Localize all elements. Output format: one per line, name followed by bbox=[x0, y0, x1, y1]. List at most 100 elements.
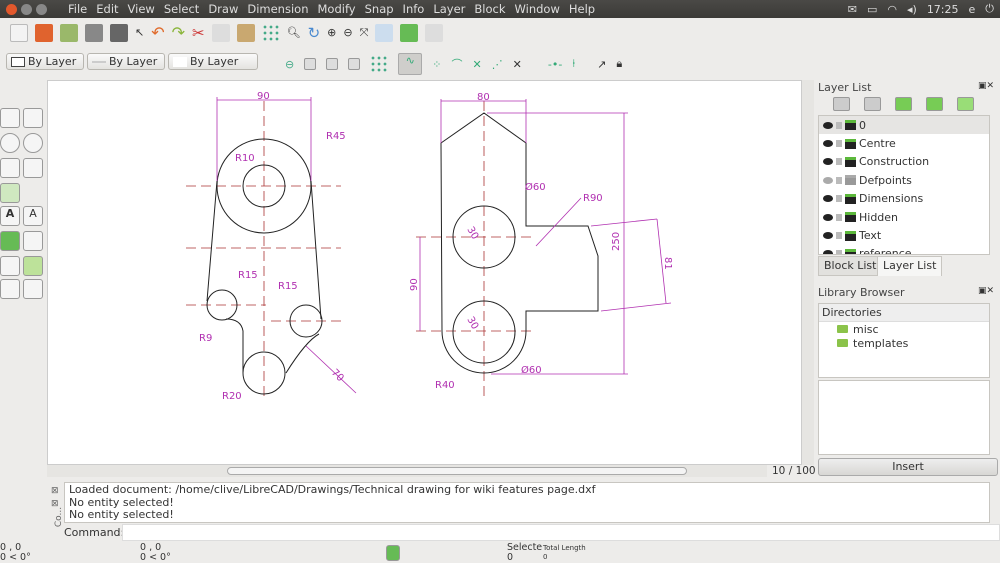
print-icon[interactable] bbox=[85, 23, 103, 42]
select-tool-icon[interactable] bbox=[0, 183, 20, 203]
block-preview-list[interactable] bbox=[818, 380, 990, 455]
user-menu[interactable]: e bbox=[969, 3, 976, 16]
snap-relative-zero-icon[interactable]: -•- bbox=[548, 58, 562, 71]
zoom-pan-icon[interactable] bbox=[425, 23, 444, 42]
snap-distance-icon[interactable]: ⋰ bbox=[492, 58, 503, 71]
snap-middle-icon[interactable]: ✕ bbox=[472, 58, 481, 71]
zoom-in-icon[interactable]: ⊕ bbox=[327, 26, 336, 39]
layer-row[interactable]: 0 bbox=[819, 116, 989, 135]
copy-icon[interactable] bbox=[211, 23, 230, 42]
menu-modify[interactable]: Modify bbox=[318, 2, 356, 16]
snap-center-icon[interactable]: ⌒ bbox=[451, 56, 462, 72]
snap-lock-zero-icon[interactable]: ⍿ bbox=[572, 57, 575, 71]
save-icon[interactable] bbox=[60, 23, 78, 42]
tab-layer-list[interactable]: Layer List bbox=[877, 256, 943, 276]
redo-icon[interactable]: ↷ bbox=[172, 23, 185, 42]
grid-icon[interactable] bbox=[261, 23, 280, 42]
select-pointer-icon[interactable]: ↖ bbox=[135, 26, 144, 39]
menu-block[interactable]: Block bbox=[474, 2, 505, 16]
layer-row[interactable]: Text bbox=[819, 226, 989, 244]
power-icon[interactable]: ⏻ bbox=[985, 2, 994, 16]
text-tool-icon[interactable]: A bbox=[0, 206, 20, 226]
show-all-layers-icon[interactable] bbox=[833, 97, 850, 111]
spline-tool-icon[interactable] bbox=[23, 158, 43, 178]
layer-row[interactable]: reference bbox=[819, 245, 989, 254]
modify-tool-icon[interactable] bbox=[0, 256, 20, 276]
menu-view[interactable]: View bbox=[128, 2, 155, 16]
insert-button[interactable]: Insert bbox=[818, 458, 998, 476]
drawing-canvas[interactable]: 90 R45 R10 R15 R15 R9 R20 70 80 Ø60 R90 … bbox=[47, 80, 802, 465]
ellipse-tool-icon[interactable] bbox=[23, 133, 43, 153]
mtext-tool-icon[interactable]: A bbox=[23, 206, 43, 226]
battery-icon[interactable]: ▭ bbox=[867, 3, 877, 16]
snap-grid-icon[interactable] bbox=[370, 55, 389, 73]
line-width-select[interactable]: By Layer bbox=[87, 53, 165, 70]
add-layer-icon[interactable] bbox=[895, 97, 912, 111]
paste-icon[interactable] bbox=[236, 23, 255, 42]
snap-intersection-icon[interactable]: ✕ bbox=[513, 58, 522, 71]
menu-info[interactable]: Info bbox=[403, 2, 425, 16]
zoom-auto-icon[interactable]: ⤧ bbox=[360, 26, 369, 40]
zoom-out-icon[interactable]: ⊖ bbox=[343, 26, 352, 39]
clock[interactable]: 17:25 bbox=[927, 3, 959, 16]
edit-layer-icon[interactable] bbox=[957, 97, 974, 111]
dir-item-misc[interactable]: misc bbox=[819, 322, 989, 336]
maximize-window-button[interactable] bbox=[36, 3, 47, 15]
scrollbar-thumb[interactable] bbox=[227, 467, 687, 475]
image-tool-icon[interactable] bbox=[23, 231, 43, 251]
layer-row[interactable]: Centre bbox=[819, 134, 989, 152]
zoom-previous-icon[interactable] bbox=[375, 23, 394, 42]
layer-row[interactable]: Dimensions bbox=[819, 190, 989, 208]
snap-on-entity-icon[interactable]: ⁘ bbox=[432, 58, 441, 71]
snap-free-icon[interactable]: ↗ bbox=[597, 58, 606, 71]
info-tool-icon[interactable] bbox=[23, 279, 43, 299]
cut-icon[interactable]: ✂ bbox=[192, 24, 205, 42]
restrict-ortho-icon[interactable] bbox=[326, 58, 339, 70]
print-preview-icon[interactable] bbox=[110, 23, 128, 42]
restrict-nothing-icon[interactable] bbox=[304, 58, 317, 70]
color-select[interactable]: By Layer bbox=[6, 53, 84, 70]
panel-float-close-icons[interactable]: ▣✕ bbox=[978, 81, 994, 91]
layer-row[interactable]: Defpoints bbox=[819, 171, 989, 189]
hide-all-layers-icon[interactable] bbox=[864, 97, 881, 111]
hatch-tool-icon[interactable] bbox=[0, 231, 20, 251]
canvas-horizontal-scrollbar[interactable] bbox=[47, 465, 767, 477]
polyline-tool-icon[interactable] bbox=[0, 158, 20, 178]
menu-select[interactable]: Select bbox=[164, 2, 199, 16]
close-window-button[interactable] bbox=[6, 3, 17, 15]
block-tool-icon[interactable] bbox=[0, 279, 20, 299]
circle-tool-icon[interactable] bbox=[0, 133, 20, 153]
dir-item-templates[interactable]: templates bbox=[819, 336, 989, 350]
minimize-window-button[interactable] bbox=[21, 3, 32, 15]
dimension-tool-icon[interactable] bbox=[23, 256, 43, 276]
line-tool-icon[interactable] bbox=[0, 108, 20, 128]
arc-tool-icon[interactable] bbox=[23, 108, 43, 128]
menu-window[interactable]: Window bbox=[515, 2, 560, 16]
layer-row[interactable]: Hidden bbox=[819, 208, 989, 226]
remove-layer-icon[interactable] bbox=[926, 97, 943, 111]
menu-help[interactable]: Help bbox=[569, 2, 595, 16]
menu-snap[interactable]: Snap bbox=[365, 2, 394, 16]
menu-edit[interactable]: Edit bbox=[96, 2, 118, 16]
snap-endpoint-icon[interactable]: ∿ bbox=[398, 53, 423, 75]
tab-block-list[interactable]: Block List bbox=[818, 256, 883, 276]
layer-row[interactable]: Construction bbox=[819, 153, 989, 171]
panel-float-close-icons[interactable]: ▣✕ bbox=[978, 286, 994, 296]
menu-file[interactable]: File bbox=[68, 2, 87, 16]
undo-icon[interactable]: ↶ bbox=[151, 23, 164, 42]
open-file-icon[interactable] bbox=[35, 23, 53, 42]
menu-layer[interactable]: Layer bbox=[433, 2, 465, 16]
refresh-icon[interactable]: ↻ bbox=[308, 24, 321, 42]
mail-icon[interactable]: ✉ bbox=[848, 3, 857, 16]
zoom-window-icon[interactable] bbox=[400, 23, 419, 42]
wifi-icon[interactable]: ◠ bbox=[887, 3, 897, 16]
canvas-vertical-scrollbar[interactable] bbox=[802, 80, 814, 465]
menu-draw[interactable]: Draw bbox=[208, 2, 238, 16]
line-type-select[interactable]: By Layer bbox=[168, 53, 258, 70]
new-file-icon[interactable] bbox=[10, 23, 28, 42]
restrict-all-icon[interactable] bbox=[348, 58, 361, 70]
command-input[interactable] bbox=[122, 524, 1000, 541]
zoom-redraw-icon[interactable]: 🔍︎ bbox=[287, 26, 301, 39]
snap-exclusive-icon[interactable]: ⊖ bbox=[285, 58, 294, 71]
volume-icon[interactable]: ◂) bbox=[907, 3, 917, 16]
